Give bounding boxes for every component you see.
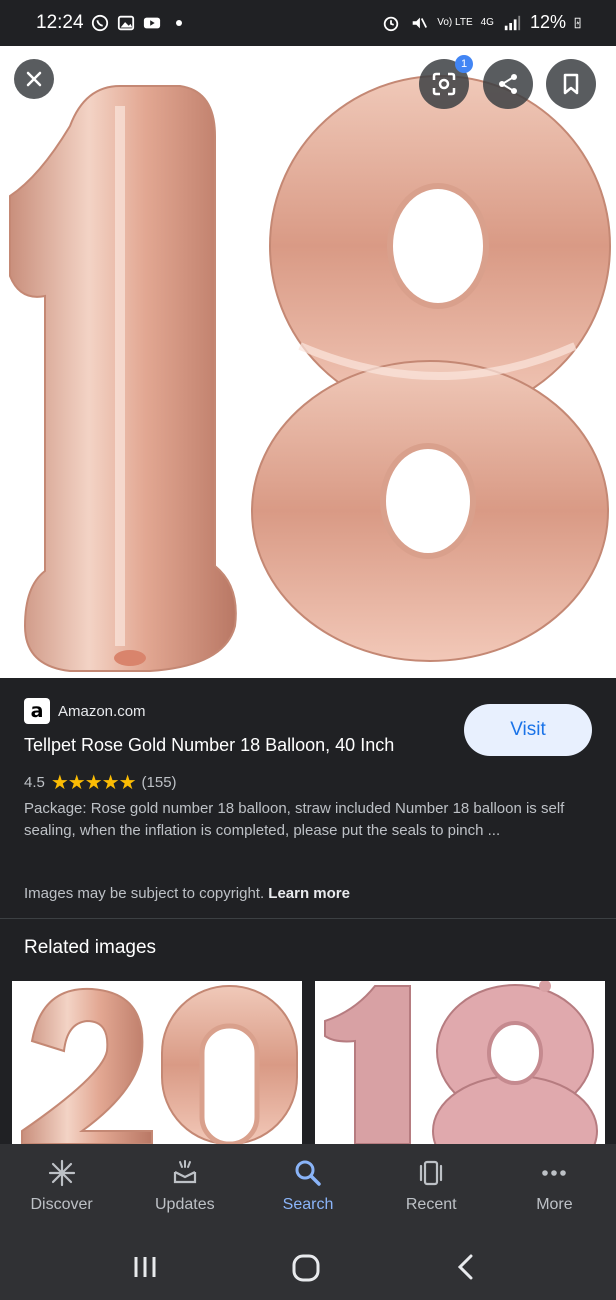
asterisk-icon xyxy=(48,1159,75,1187)
balloon-18-image xyxy=(9,75,611,672)
result-title[interactable]: Tellpet Rose Gold Number 18 Balloon, 40 … xyxy=(24,735,394,756)
result-description: Package: Rose gold number 18 balloon, st… xyxy=(24,800,565,839)
divider xyxy=(0,918,616,919)
lens-badge: 1 xyxy=(455,55,473,73)
related-image-20[interactable] xyxy=(12,981,302,1144)
updates-icon xyxy=(173,1160,196,1184)
balloon-20-image xyxy=(21,985,298,1144)
source-name: Amazon.com xyxy=(58,702,146,720)
review-count: (155) xyxy=(141,774,177,791)
more-dots-icon xyxy=(542,1170,567,1176)
status-bar: 12:24 Vo) LTE 4G 12% xyxy=(0,0,616,46)
bookmark-icon xyxy=(563,73,579,95)
notification-dot xyxy=(175,20,182,26)
close-button[interactable] xyxy=(14,59,54,99)
result-image[interactable]: 1 xyxy=(0,46,616,678)
nav-more[interactable]: More xyxy=(493,1144,616,1234)
visit-button[interactable]: Visit xyxy=(464,704,592,756)
nav-recent[interactable]: Recent xyxy=(370,1144,493,1234)
gallery-icon xyxy=(117,15,134,31)
volte-indicator: Vo) LTE xyxy=(437,16,473,28)
lens-button[interactable]: 1 xyxy=(419,55,473,109)
nav-discover[interactable]: Discover xyxy=(0,1144,123,1234)
related-images-heading: Related images xyxy=(24,937,157,958)
nav-label-more: More xyxy=(536,1196,573,1213)
recent-icon xyxy=(420,1160,443,1186)
star-rating-icon: ★★★★★ xyxy=(50,772,137,794)
youtube-icon xyxy=(143,17,160,29)
copyright-notice: Images may be subject to copyright. Lear… xyxy=(24,885,350,902)
alarm-icon xyxy=(384,16,399,31)
back-icon[interactable] xyxy=(454,1253,478,1281)
nav-label-search: Search xyxy=(282,1196,334,1213)
result-info-panel: a Amazon.com Tellpet Rose Gold Number 18… xyxy=(0,678,616,918)
whatsapp-icon xyxy=(91,14,108,32)
home-icon[interactable] xyxy=(290,1252,322,1284)
nav-label-recent: Recent xyxy=(405,1196,457,1213)
battery-percent: 12% xyxy=(529,12,566,32)
nav-updates[interactable]: Updates xyxy=(123,1144,246,1234)
rating-value: 4.5 xyxy=(24,774,45,791)
search-icon xyxy=(295,1160,321,1186)
nav-search[interactable]: Search xyxy=(246,1144,369,1234)
network-type: 4G xyxy=(480,17,494,28)
bottom-navigation: Discover Updates Search Recent More xyxy=(0,1144,616,1234)
balloon-18-pink-image xyxy=(324,981,598,1144)
save-button[interactable] xyxy=(546,59,596,109)
signal-icon xyxy=(504,15,521,30)
google-lens-icon xyxy=(432,72,456,96)
related-image-18[interactable] xyxy=(315,981,605,1144)
share-button[interactable] xyxy=(483,59,533,109)
copyright-text: Images may be subject to copyright. xyxy=(24,885,265,902)
system-navigation-bar xyxy=(0,1234,616,1300)
status-time: 12:24 xyxy=(36,12,84,33)
source-row[interactable]: a Amazon.com xyxy=(24,698,146,724)
mute-icon xyxy=(412,17,428,28)
rating-row: 4.5 ★★★★★ (155) xyxy=(24,770,177,795)
battery-charging-icon xyxy=(574,17,581,28)
nav-label-discover: Discover xyxy=(30,1196,93,1213)
recent-apps-icon[interactable] xyxy=(131,1254,159,1280)
learn-more-link[interactable]: Learn more xyxy=(268,885,350,902)
share-icon xyxy=(499,74,517,94)
amazon-logo-icon: a xyxy=(24,698,50,724)
close-icon xyxy=(26,71,42,87)
nav-label-updates: Updates xyxy=(155,1196,215,1213)
